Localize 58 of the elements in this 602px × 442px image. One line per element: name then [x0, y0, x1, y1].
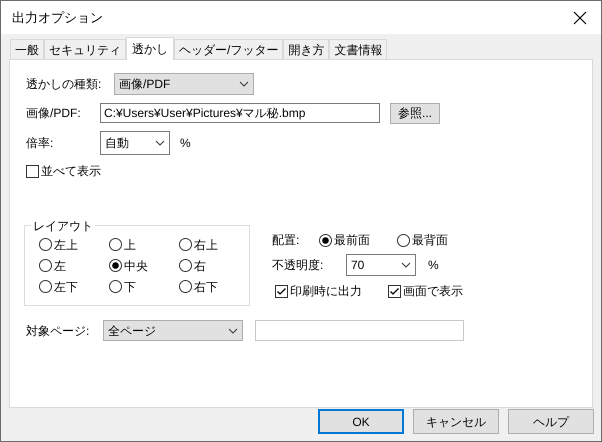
radio-label: 最前面 [334, 232, 370, 249]
radio-label: 左下 [54, 278, 78, 296]
radio-label: 右上 [194, 236, 218, 254]
dialog-button[interactable]: キャンセル [413, 409, 499, 434]
radio-button[interactable] [397, 234, 410, 246]
radio-button[interactable] [39, 280, 52, 293]
radio-button[interactable] [179, 259, 192, 272]
radio-button[interactable] [109, 280, 122, 293]
radio-label: 下 [124, 278, 136, 296]
chevron-down-icon [239, 81, 249, 87]
checkbox[interactable] [275, 284, 288, 298]
chevron-down-icon [155, 140, 165, 146]
radio-button[interactable] [319, 234, 332, 246]
radio-button[interactable] [179, 280, 192, 293]
radio-button[interactable] [109, 259, 122, 272]
radio-button[interactable] [179, 238, 192, 251]
dialog-button[interactable]: ヘルプ [508, 409, 594, 434]
radio-button[interactable] [109, 238, 122, 251]
radio-label: 最背面 [412, 232, 448, 249]
radio-label: 上 [124, 236, 136, 254]
image-path-field[interactable]: C:¥Users¥User¥Pictures¥マル秘.bmp [100, 103, 380, 123]
chevron-down-icon [401, 262, 411, 268]
field-label: 対象ページ: [26, 322, 90, 340]
checkbox[interactable] [26, 164, 39, 178]
radio-label: 左上 [54, 236, 78, 254]
field-label: 不透明度: [272, 257, 324, 274]
radio-label: 中央 [124, 258, 148, 274]
target-pages-dropdown[interactable]: 全ページ [103, 320, 243, 341]
checkbox-label: 印刷時に出力 [290, 283, 362, 300]
scale-dropdown[interactable]: 自動 [100, 131, 170, 155]
field-label: 画像/PDF: [26, 105, 82, 122]
dialog-button[interactable]: OK [318, 409, 404, 434]
field-label: 透かしの種類: [26, 76, 102, 93]
tab[interactable]: 一般 [10, 39, 44, 59]
opacity-dropdown[interactable]: 70 [346, 254, 416, 276]
tab[interactable]: セキュリティ [44, 39, 126, 59]
page-range-field[interactable] [255, 320, 464, 341]
checkbox-label: 画面で表示 [403, 283, 463, 300]
radio-label: 右下 [194, 278, 218, 296]
radio-label: 右 [194, 258, 206, 274]
tab[interactable]: 透かし [126, 37, 174, 60]
unit-label: % [428, 257, 439, 274]
tab[interactable]: 文書情報 [329, 39, 388, 59]
watermark-type-dropdown[interactable]: 画像/PDF [114, 73, 254, 95]
checkbox[interactable] [388, 284, 401, 298]
unit-label: % [180, 135, 191, 152]
field-label: 配置: [272, 232, 300, 249]
tab[interactable]: ヘッダー/フッター [174, 39, 284, 59]
close-icon[interactable] [573, 10, 587, 24]
radio-button[interactable] [39, 259, 52, 272]
radio-button[interactable] [39, 238, 52, 251]
checkbox-label: 並べて表示 [41, 163, 101, 180]
window-title: 出力オプション [12, 8, 103, 27]
radio-label: 左 [54, 258, 66, 274]
tab[interactable]: 開き方 [283, 39, 330, 59]
chevron-down-icon [228, 328, 238, 334]
browse-button[interactable]: 参照... [390, 102, 440, 124]
field-label: 倍率: [26, 135, 54, 152]
